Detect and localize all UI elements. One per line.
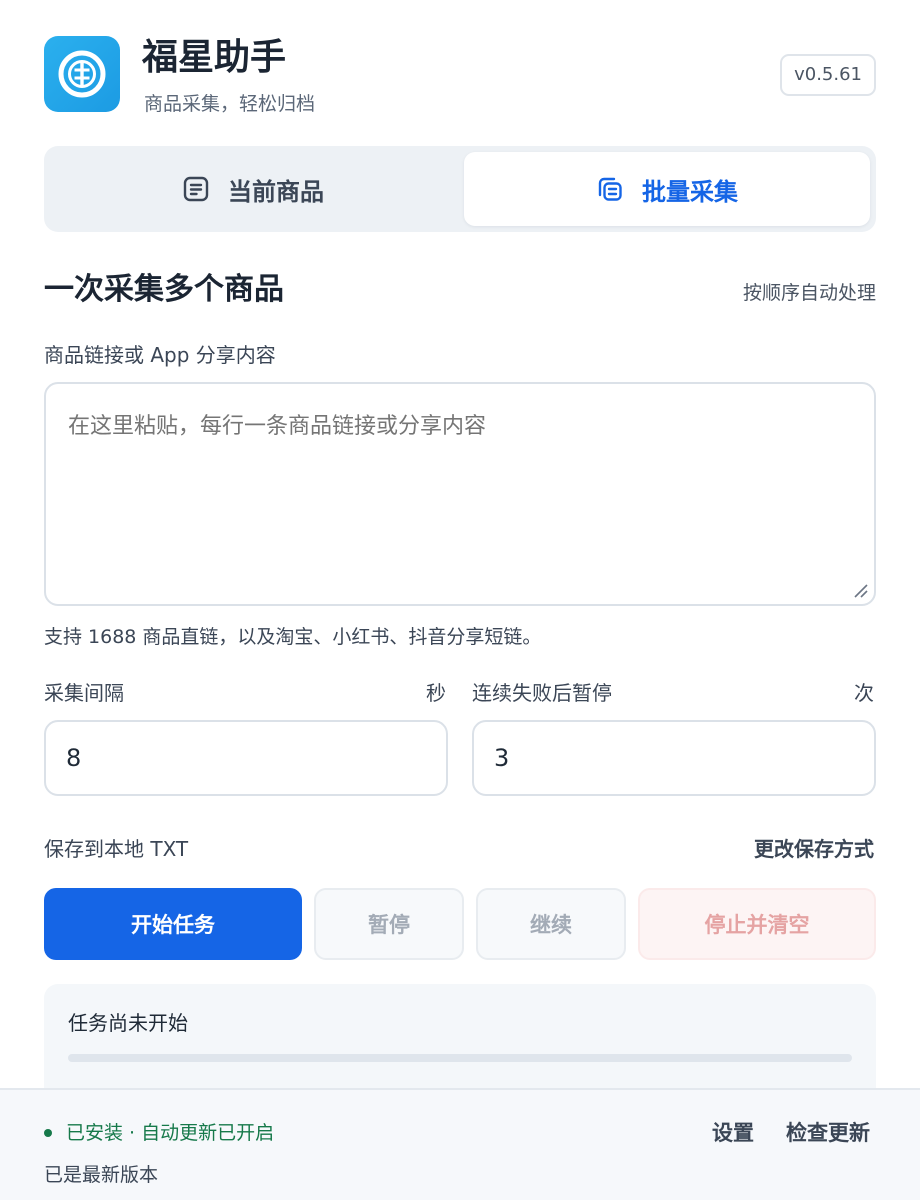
fail-pause-label: 连续失败后暂停 (472, 681, 612, 705)
tab-batch-collect[interactable]: 批量采集 (464, 152, 870, 226)
task-progress-bar (68, 1054, 852, 1062)
tab-label: 当前商品 (228, 177, 324, 206)
coin-logo-icon (44, 36, 120, 112)
install-status: 已安装 · 自动更新已开启 (44, 1120, 274, 1146)
version-status-text: 已是最新版本 (44, 1164, 159, 1186)
start-task-button[interactable]: 开始任务 (44, 888, 302, 960)
version-badge: v0.5.61 (780, 54, 876, 96)
section-title: 一次采集多个商品 (44, 272, 284, 307)
app-header: 福星助手 商品采集，轻松归档 v0.5.61 (44, 36, 876, 115)
install-status-text: 已安装 · 自动更新已开启 (66, 1122, 275, 1144)
save-target-label: 保存到本地 TXT (44, 837, 189, 861)
links-textarea[interactable] (44, 382, 876, 606)
app-title: 福星助手 (142, 37, 287, 78)
section-hint: 按顺序自动处理 (742, 282, 876, 304)
status-dot-icon (44, 1129, 52, 1137)
resume-button[interactable]: 继续 (476, 888, 626, 960)
interval-unit: 秒 (426, 681, 446, 705)
settings-link[interactable]: 设置 (712, 1120, 754, 1146)
fail-pause-unit: 次 (854, 681, 874, 705)
interval-label: 采集间隔 (44, 681, 124, 705)
tab-label: 批量采集 (642, 177, 738, 206)
task-status-text: 任务尚未开始 (68, 1011, 188, 1035)
document-icon (182, 175, 210, 203)
pause-button[interactable]: 暂停 (314, 888, 464, 960)
supported-sources-note: 支持 1688 商品直链，以及淘宝、小红书、抖音分享短链。 (44, 626, 542, 648)
change-save-method-link[interactable]: 更改保存方式 (754, 836, 874, 862)
resize-handle-icon[interactable] (852, 582, 868, 598)
check-update-link[interactable]: 检查更新 (786, 1120, 870, 1146)
links-label: 商品链接或 App 分享内容 (44, 343, 276, 367)
tab-current-product[interactable]: 当前商品 (50, 152, 456, 226)
stop-and-clear-button[interactable]: 停止并清空 (638, 888, 876, 960)
interval-input[interactable]: 8 (44, 720, 448, 796)
footer-bar: 已安装 · 自动更新已开启 已是最新版本 设置 检查更新 (0, 1088, 920, 1200)
fail-pause-input[interactable]: 3 (472, 720, 876, 796)
app-subtitle: 商品采集，轻松归档 (144, 93, 316, 115)
stack-icon (596, 175, 624, 203)
mode-tabs: 当前商品 批量采集 (44, 146, 876, 232)
